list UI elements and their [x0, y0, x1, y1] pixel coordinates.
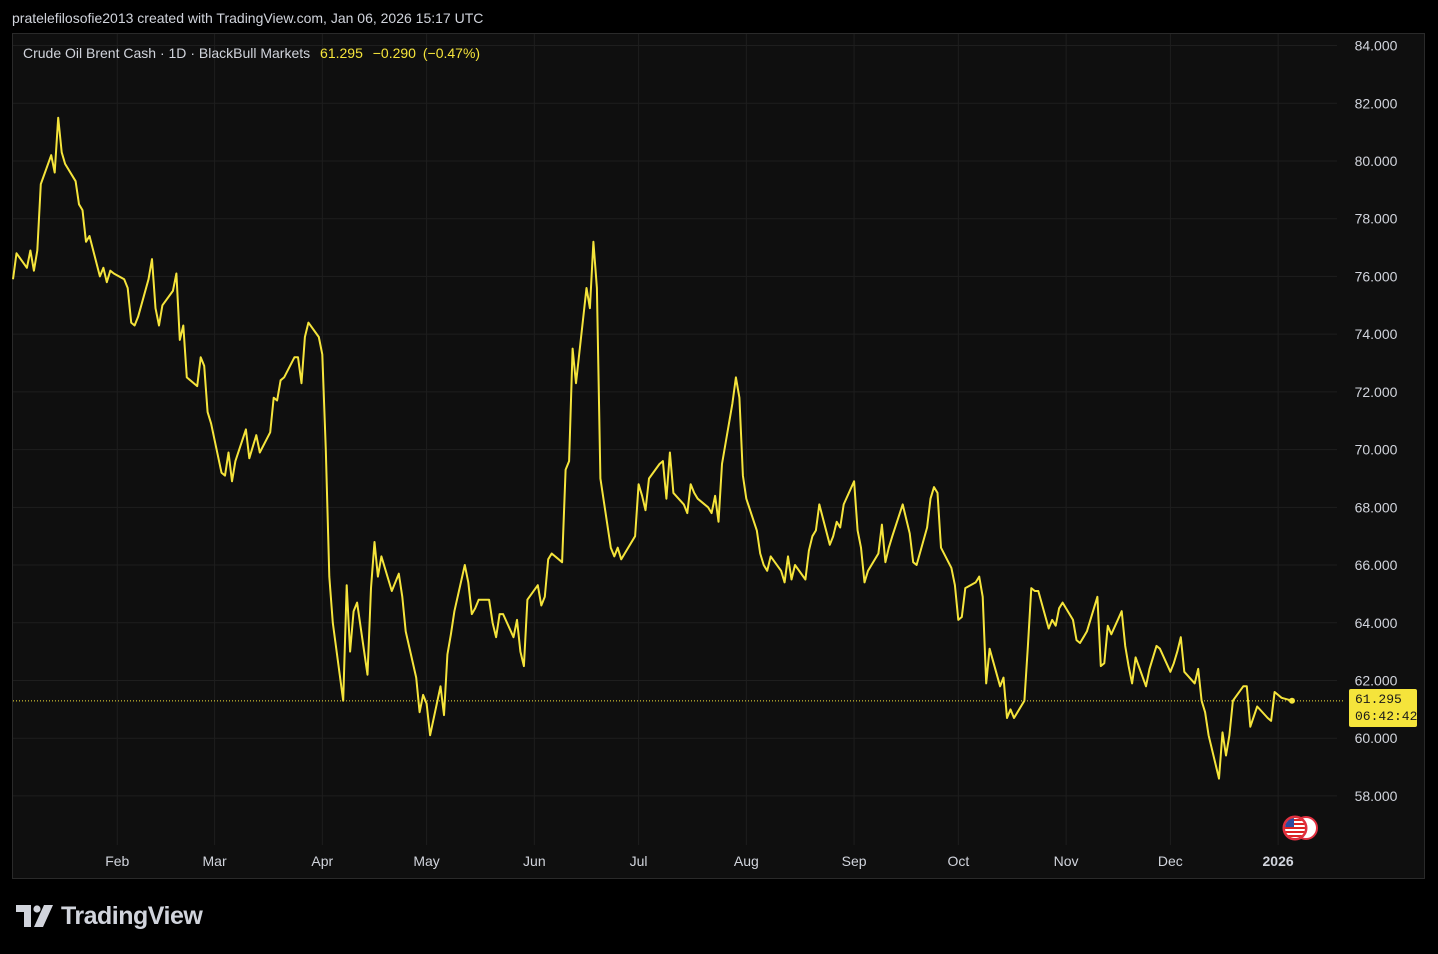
- last-price-value: 61.295: [320, 45, 363, 61]
- price-tick-label: 70.000: [1355, 442, 1398, 458]
- logo-text: TradingView: [61, 901, 203, 930]
- price-series-line[interactable]: [12, 116, 1293, 780]
- time-tick-label: Jun: [523, 853, 546, 869]
- time-tick-label: Aug: [734, 853, 759, 869]
- price-tick-label: 78.000: [1355, 211, 1398, 227]
- price-tick-label: 60.000: [1355, 730, 1398, 746]
- interval-label[interactable]: 1D: [169, 45, 187, 61]
- price-tick-label: 82.000: [1355, 95, 1398, 111]
- tradingview-logo[interactable]: TradingView: [16, 900, 203, 932]
- price-change-percent: (−0.47%): [422, 45, 481, 61]
- price-change-value: −0.290: [372, 45, 416, 61]
- grid-lines: [13, 34, 1337, 845]
- data-source: BlackBull Markets: [198, 45, 311, 61]
- time-tick-label: Sep: [842, 853, 867, 869]
- time-tick-label: Dec: [1158, 853, 1183, 869]
- price-tick-label: 84.000: [1355, 38, 1398, 54]
- symbol-name[interactable]: Crude Oil Brent Cash: [23, 45, 156, 61]
- time-tick-label: Feb: [105, 853, 129, 869]
- time-tick-label: Apr: [311, 853, 333, 869]
- tradingview-logo-icon: [16, 905, 53, 927]
- last-price-tag: 61.295 06:42:42: [1349, 689, 1417, 727]
- last-price-dot: [1289, 697, 1295, 704]
- price-tick-label: 68.000: [1355, 499, 1398, 515]
- price-chart[interactable]: 58.000 60.000 62.000 64.000 66.000 68.000 70.0…: [0, 0, 1438, 954]
- legend-separator: ·: [190, 45, 195, 61]
- time-tick-label: May: [413, 853, 439, 869]
- time-tick-label: Oct: [947, 853, 969, 869]
- time-axis: Feb Mar Apr May Jun Jul Aug Sep Oct Nov Dec 2026: [105, 853, 1294, 869]
- price-tick-label: 58.000: [1355, 788, 1398, 804]
- time-tick-label: Nov: [1054, 853, 1079, 869]
- series-layer: [12, 116, 1345, 780]
- price-tick-label: 74.000: [1355, 326, 1398, 342]
- us-flag-icon[interactable]: [1279, 814, 1321, 847]
- bar-countdown: 06:42:42: [1355, 709, 1418, 724]
- price-tick-label: 72.000: [1355, 384, 1398, 400]
- time-tick-label: Mar: [203, 853, 227, 869]
- price-tick-label: 64.000: [1355, 615, 1398, 631]
- price-tick-label: 66.000: [1355, 557, 1398, 573]
- legend-separator: ·: [159, 45, 165, 61]
- time-tick-label: 2026: [1263, 853, 1294, 869]
- chart-legend[interactable]: Crude Oil Brent Cash · 1D · BlackBull Ma…: [23, 45, 480, 61]
- price-tick-label: 62.000: [1355, 672, 1398, 688]
- last-price-label: 61.295: [1355, 692, 1402, 707]
- time-tick-label: Jul: [630, 853, 648, 869]
- price-tick-label: 76.000: [1355, 268, 1398, 284]
- price-tick-label: 80.000: [1355, 153, 1398, 169]
